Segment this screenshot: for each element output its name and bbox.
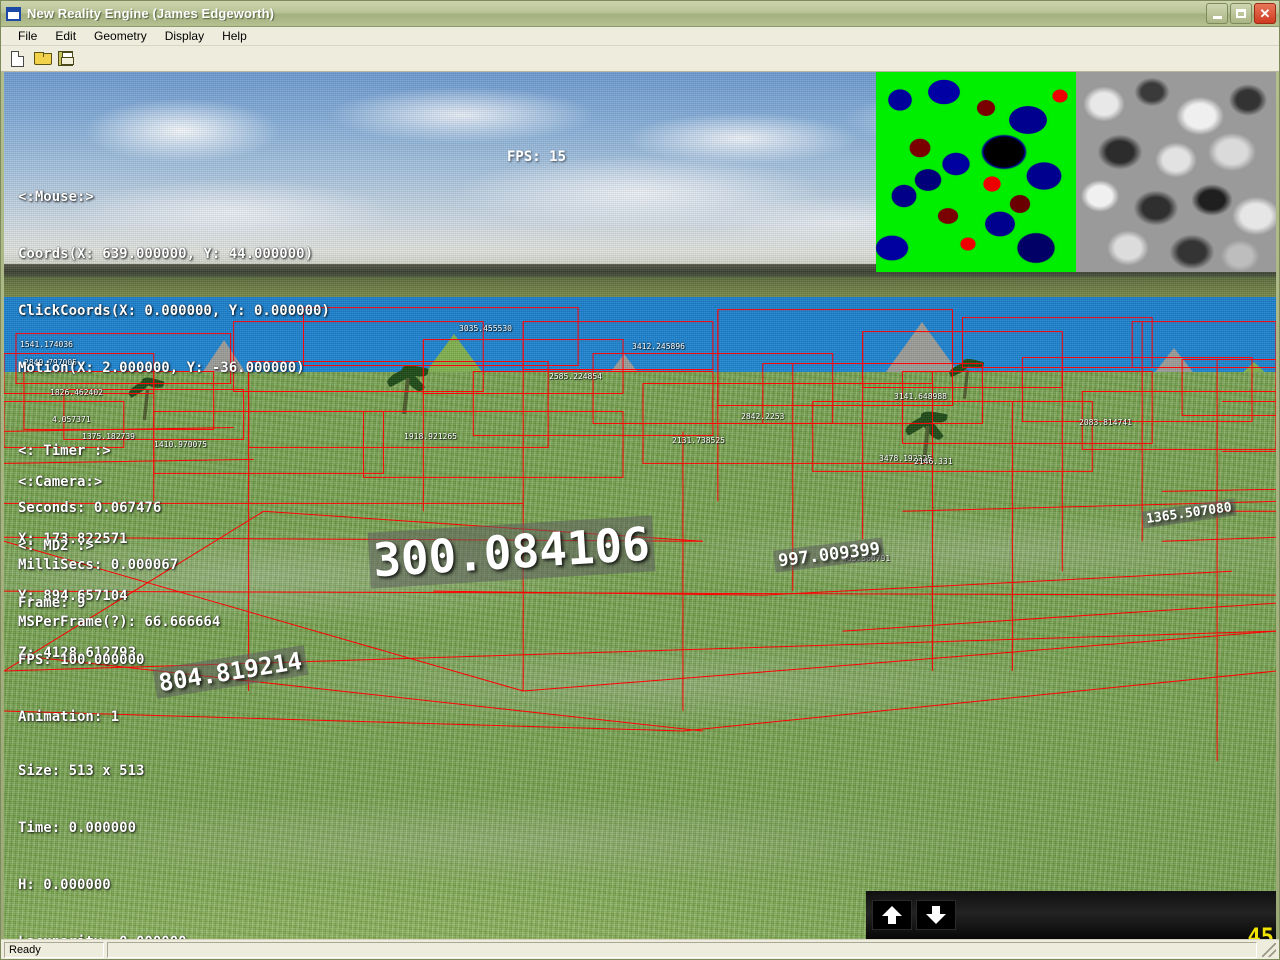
noise-preview-panels — [876, 72, 1276, 272]
menu-item-help[interactable]: Help — [213, 28, 256, 44]
status-secondary — [107, 942, 1257, 958]
resize-grip[interactable] — [1262, 943, 1276, 957]
status-message: Ready — [4, 942, 104, 958]
menu-label: Edit — [55, 29, 76, 43]
arrow-down-icon — [923, 904, 949, 926]
terrain-shading — [4, 372, 1276, 939]
close-button[interactable]: ✕ — [1254, 3, 1276, 24]
window-title: New Reality Engine (James Edgeworth) — [27, 6, 1206, 21]
palm-trunk — [963, 370, 969, 399]
menu-label: Help — [222, 29, 247, 43]
palm-tree — [948, 357, 983, 399]
far-land-strip — [4, 277, 1276, 299]
new-document-icon — [11, 51, 24, 67]
new-button[interactable] — [6, 48, 29, 70]
menu-label: Geometry — [94, 29, 147, 43]
maximize-button[interactable] — [1230, 3, 1252, 24]
menu-bar: File Edit Geometry Display Help — [1, 27, 1279, 46]
palm-trunk — [143, 389, 150, 420]
toolbar — [1, 46, 1279, 72]
menu-item-file[interactable]: File — [9, 28, 46, 44]
menu-item-display[interactable]: Display — [156, 28, 213, 44]
menu-item-edit[interactable]: Edit — [46, 28, 85, 44]
console-output-text: 45 — [1248, 925, 1275, 939]
minimize-icon — [1213, 16, 1222, 19]
maximize-icon — [1236, 9, 1246, 18]
open-button[interactable] — [30, 48, 53, 70]
palm-trunk — [402, 378, 410, 414]
scroll-up-button[interactable] — [872, 900, 912, 930]
palm-tree — [904, 410, 948, 462]
close-icon: ✕ — [1260, 7, 1271, 20]
open-folder-icon — [34, 52, 50, 65]
palm-tree — [384, 362, 428, 414]
status-bar: Ready — [1, 939, 1279, 959]
save-button[interactable] — [54, 48, 77, 70]
menu-label: Display — [165, 29, 204, 43]
menu-item-geometry[interactable]: Geometry — [85, 28, 156, 44]
app-window-icon — [6, 7, 21, 21]
color-noise-panel[interactable] — [876, 72, 1076, 272]
viewport-container: 3035.4555303412.2458962585.2248542842.22… — [1, 72, 1279, 939]
minimize-button[interactable] — [1206, 3, 1228, 24]
palm-tree — [127, 376, 164, 420]
grayscale-noise-panel[interactable] — [1076, 72, 1276, 272]
window-controls: ✕ — [1206, 3, 1276, 24]
gl-viewport[interactable]: 3035.4555303412.2458962585.2248542842.22… — [4, 72, 1276, 939]
fps-overlay: FPS: 15 — [507, 149, 566, 165]
console-bar: 45 — [866, 891, 1276, 939]
scroll-down-button[interactable] — [916, 900, 956, 930]
palm-trunk — [922, 426, 930, 462]
menu-label: File — [18, 29, 37, 43]
title-bar: New Reality Engine (James Edgeworth) ✕ — [1, 1, 1279, 27]
save-floppy-icon — [58, 51, 73, 66]
arrow-up-icon — [879, 904, 905, 926]
application-window: New Reality Engine (James Edgeworth) ✕ F… — [0, 0, 1280, 960]
